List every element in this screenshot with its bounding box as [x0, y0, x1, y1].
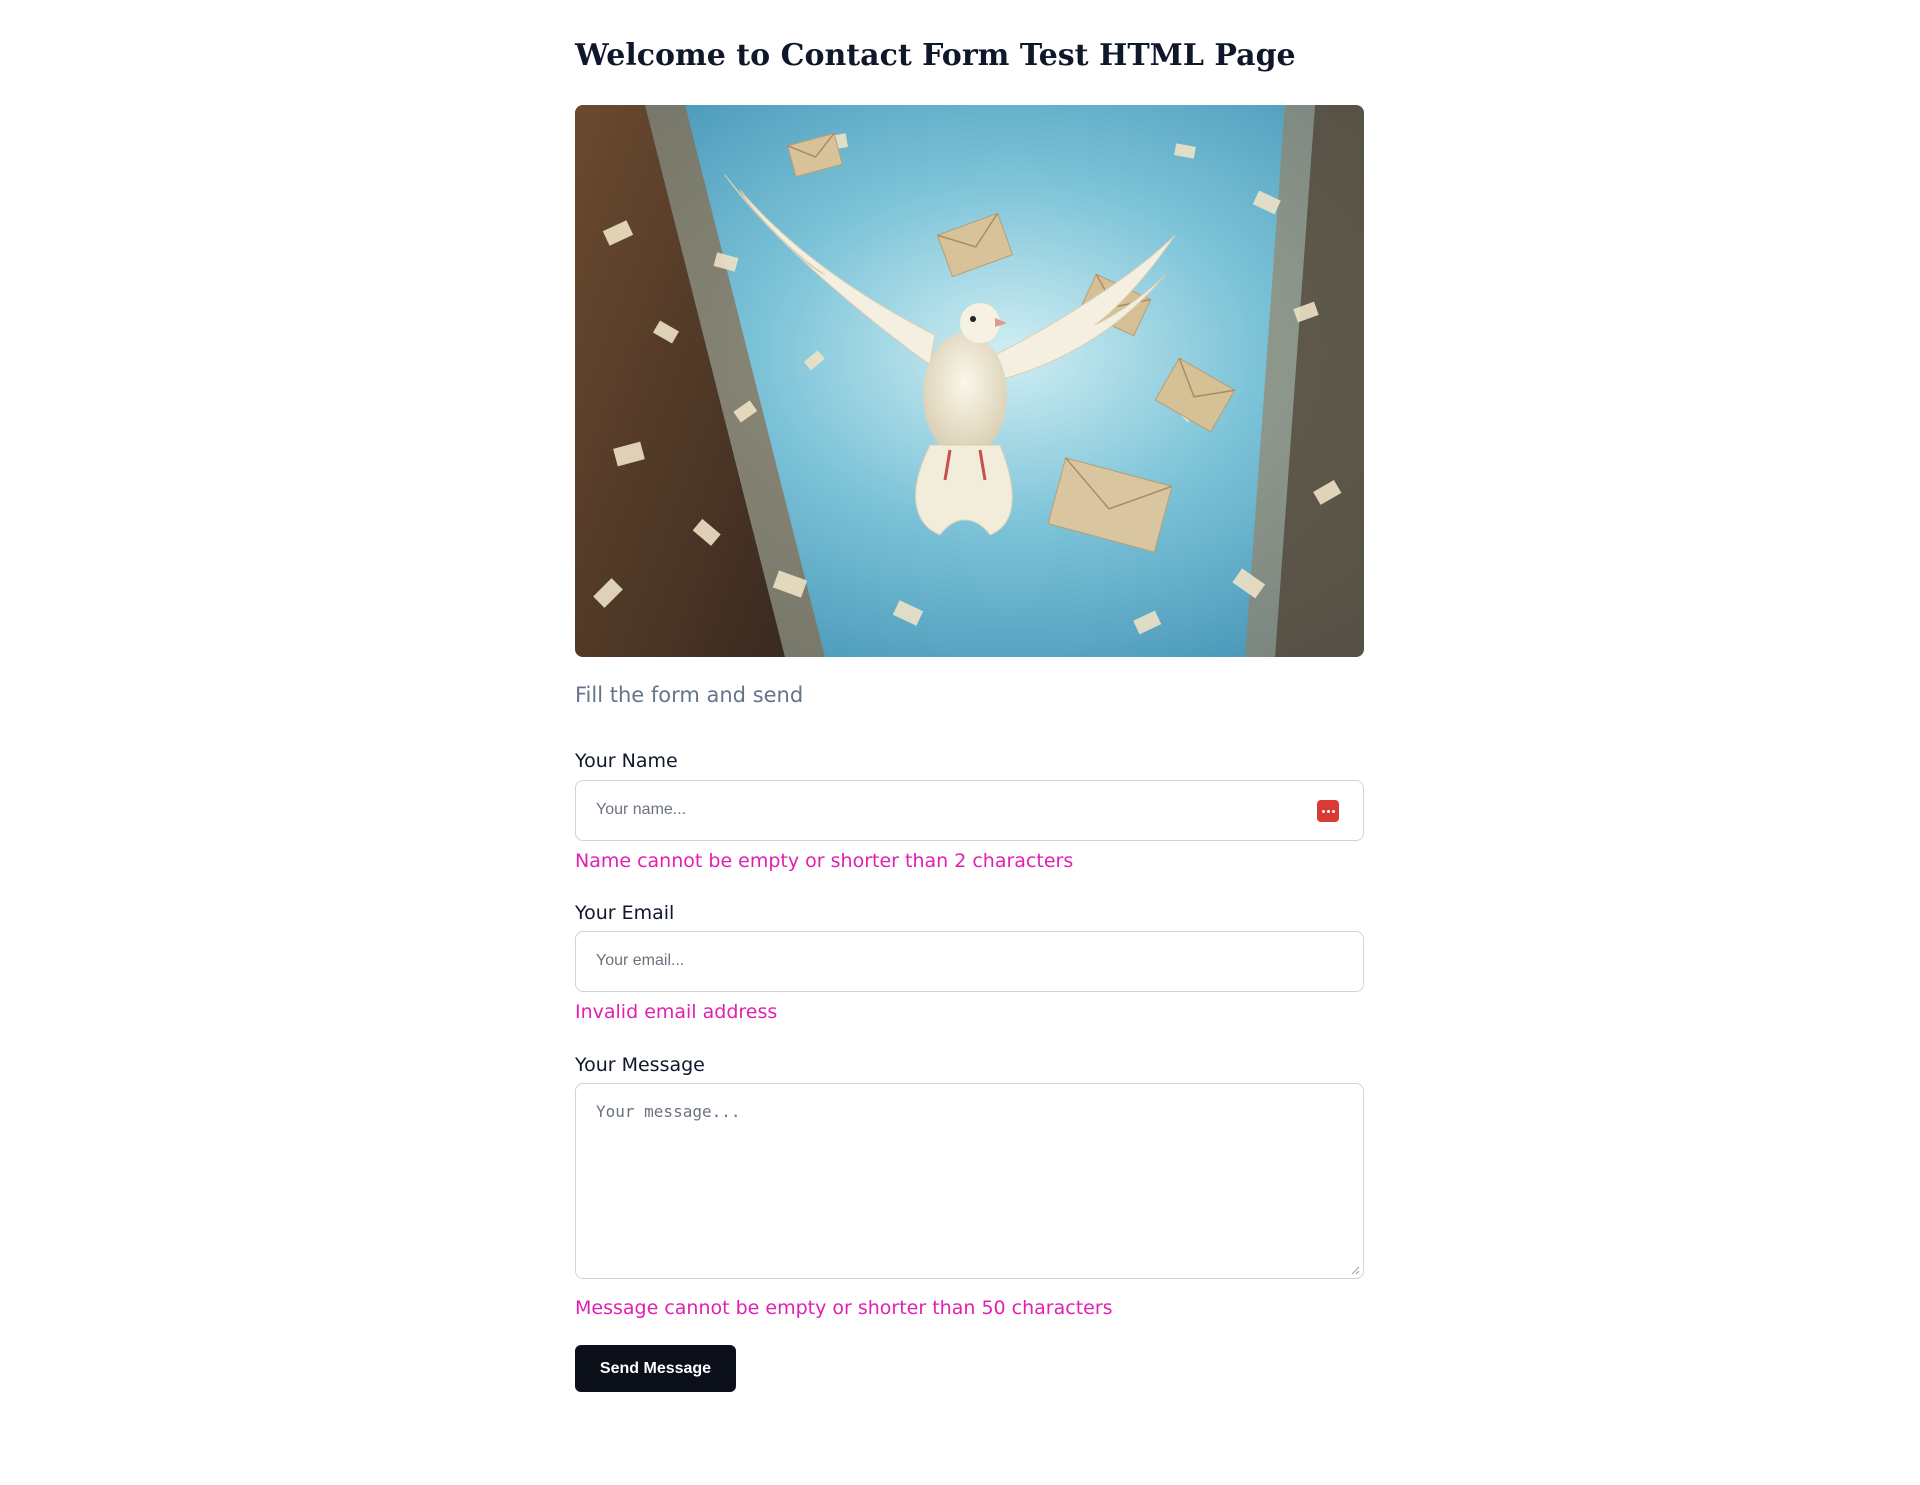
- page-title: Welcome to Contact Form Test HTML Page: [575, 38, 1296, 73]
- name-field: [575, 780, 1364, 841]
- name-error: Name cannot be empty or shorter than 2 c…: [575, 850, 1074, 872]
- message-error: Message cannot be empty or shorter than …: [575, 1297, 1113, 1319]
- email-label: Your Email: [575, 902, 675, 924]
- hero-image: [575, 105, 1364, 657]
- name-label: Your Name: [575, 750, 678, 772]
- password-manager-icon[interactable]: [1317, 800, 1339, 822]
- email-field: [575, 931, 1364, 992]
- send-message-button[interactable]: Send Message: [575, 1345, 736, 1392]
- email-input[interactable]: [576, 932, 1363, 989]
- page-subtitle: Fill the form and send: [575, 683, 804, 707]
- email-error: Invalid email address: [575, 1001, 778, 1023]
- message-label: Your Message: [575, 1054, 705, 1076]
- resize-handle-icon[interactable]: [1351, 1266, 1360, 1275]
- message-field: [575, 1083, 1364, 1279]
- name-input[interactable]: [576, 781, 1363, 838]
- message-input[interactable]: [576, 1084, 1363, 1276]
